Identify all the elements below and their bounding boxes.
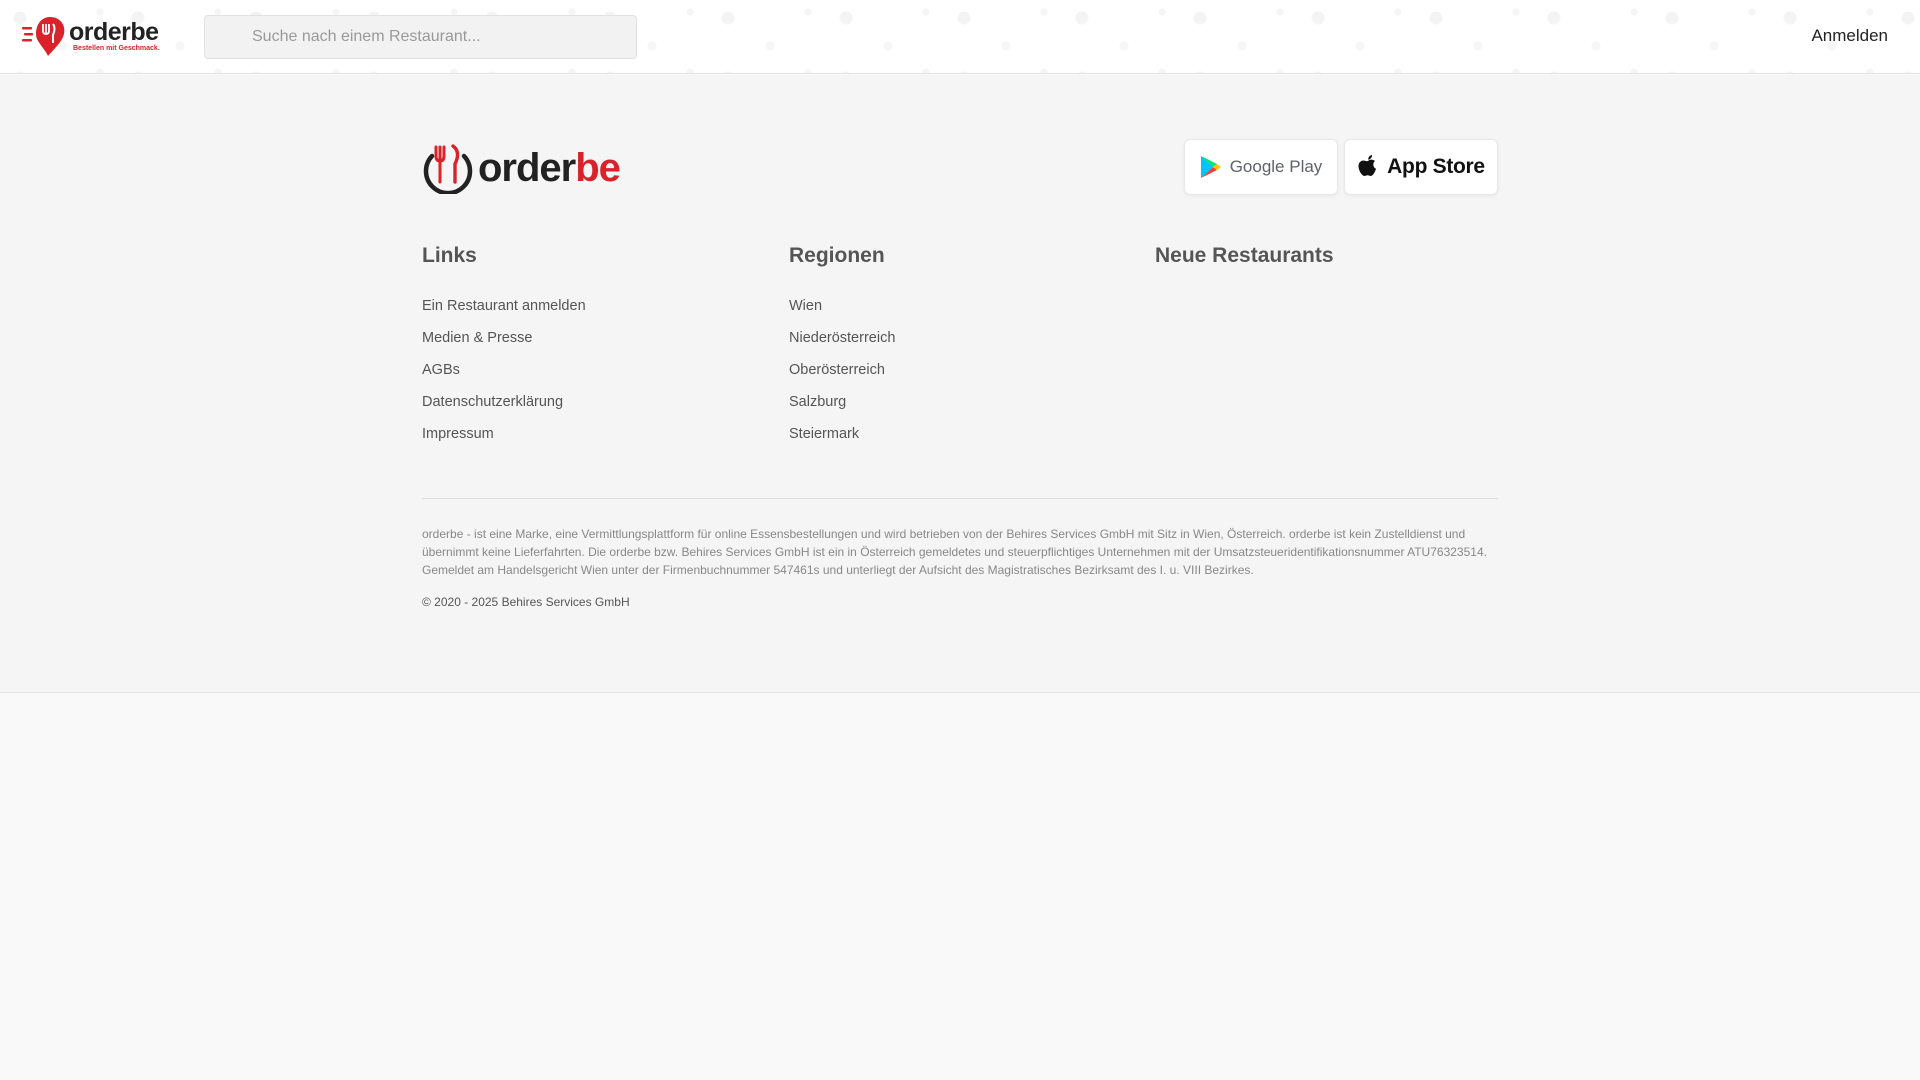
google-play-button[interactable]: Google Play [1184, 139, 1338, 195]
footer-link-privacy[interactable]: Datenschutzerklärung [422, 394, 563, 410]
footer-container: orderbe Google Play App Store Links Ein … [422, 75, 1498, 693]
footer-links-list: Ein Restaurant anmelden Medien & Presse … [422, 297, 762, 457]
footer-link-register-restaurant[interactable]: Ein Restaurant anmelden [422, 298, 586, 314]
list-item: Impressum [422, 425, 762, 457]
login-link[interactable]: Anmelden [1811, 26, 1888, 46]
list-item: Medien & Presse [422, 329, 762, 361]
header-logo-tagline: Bestellen mit Geschmack. [73, 44, 160, 52]
list-item: Datenschutzerklärung [422, 393, 762, 425]
region-link-steiermark[interactable]: Steiermark [789, 426, 859, 442]
header-logo[interactable]: orderbe Bestellen mit Geschmack. [22, 15, 172, 57]
footer-link-imprint[interactable]: Impressum [422, 426, 494, 442]
footer-logo[interactable]: orderbe [422, 142, 621, 194]
restaurant-search-box [204, 15, 637, 59]
apple-icon [1358, 155, 1377, 176]
footer-column-links: Links Ein Restaurant anmelden Medien & P… [422, 243, 762, 457]
header-logo-wordmark: orderbe [69, 17, 159, 46]
region-link-niederoesterreich[interactable]: Niederösterreich [789, 330, 895, 346]
footer-column-new-restaurants: Neue Restaurants [1155, 243, 1495, 297]
list-item: Niederösterreich [789, 329, 1129, 361]
footer-logo-be: be [575, 146, 621, 190]
footer-regions-list: Wien Niederösterreich Oberösterreich Sal… [789, 297, 1129, 457]
region-link-oberoesterreich[interactable]: Oberösterreich [789, 362, 885, 378]
list-item: Oberösterreich [789, 361, 1129, 393]
region-link-salzburg[interactable]: Salzburg [789, 394, 846, 410]
list-item: Wien [789, 297, 1129, 329]
footer-link-agbs[interactable]: AGBs [422, 362, 460, 378]
orderbe-footer-logo-icon [423, 144, 473, 194]
footer-column-links-title: Links [422, 244, 477, 267]
footer-logo-order: order [478, 146, 576, 190]
footer-column-regions-title: Regionen [789, 244, 885, 267]
google-play-icon [1200, 156, 1221, 178]
footer-link-media-press[interactable]: Medien & Presse [422, 330, 532, 346]
copyright: © 2020 - 2025 Behires Services GmbH [422, 595, 630, 609]
legal-notice: orderbe - ist eine Marke, eine Vermittlu… [422, 527, 1487, 577]
footer-column-regions: Regionen Wien Niederösterreich Oberöster… [789, 243, 1129, 457]
footer-logo-wordmark: orderbe [478, 146, 621, 190]
footer-column-new-restaurants-title: Neue Restaurants [1155, 244, 1334, 267]
list-item: AGBs [422, 361, 762, 393]
region-link-wien[interactable]: Wien [789, 298, 822, 314]
list-item: Ein Restaurant anmelden [422, 297, 762, 329]
top-header: orderbe Bestellen mit Geschmack. Anmelde… [0, 0, 1920, 74]
list-item: Steiermark [789, 425, 1129, 457]
orderbe-logo-icon [22, 17, 65, 56]
google-play-label: Google Play [1229, 157, 1323, 176]
app-store-label: App Store [1387, 155, 1485, 178]
app-store-button[interactable]: App Store [1344, 139, 1498, 195]
footer-divider [422, 498, 1498, 499]
site-footer: orderbe Google Play App Store Links Ein … [0, 75, 1920, 693]
restaurant-search-input[interactable] [205, 16, 636, 58]
list-item: Salzburg [789, 393, 1129, 425]
